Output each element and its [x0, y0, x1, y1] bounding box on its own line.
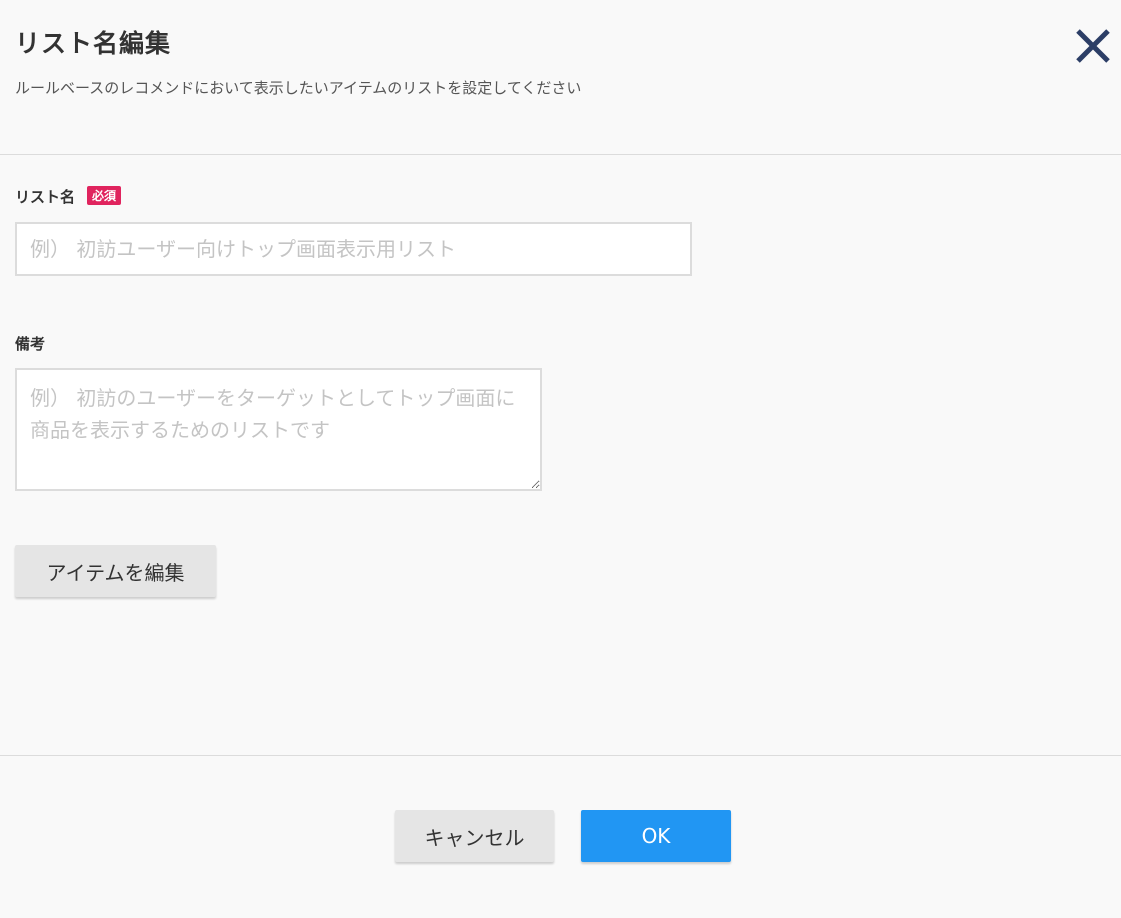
dialog-header: リスト名編集 ルールベースのレコメンドにおいて表示したいアイテムのリストを設定し…	[0, 0, 1121, 155]
edit-items-button[interactable]: アイテムを編集	[15, 545, 216, 597]
footer-divider	[0, 755, 1121, 756]
required-badge: 必須	[87, 186, 122, 205]
dialog-title: リスト名編集	[15, 29, 172, 58]
dialog-subtitle: ルールベースのレコメンドにおいて表示したいアイテムのリストを設定してください	[15, 79, 582, 97]
notes-label: 備考	[15, 335, 46, 353]
ok-button[interactable]: OK	[581, 810, 731, 862]
notes-textarea[interactable]	[15, 368, 542, 491]
list-name-label: リスト名	[15, 188, 76, 206]
cancel-button[interactable]: キャンセル	[395, 810, 554, 862]
list-name-label-row: リスト名 必須	[15, 186, 122, 207]
close-button[interactable]	[1071, 24, 1115, 68]
close-icon	[1076, 29, 1110, 63]
edit-list-name-dialog: リスト名編集 ルールベースのレコメンドにおいて表示したいアイテムのリストを設定し…	[0, 0, 1121, 918]
list-name-input[interactable]	[15, 222, 692, 276]
